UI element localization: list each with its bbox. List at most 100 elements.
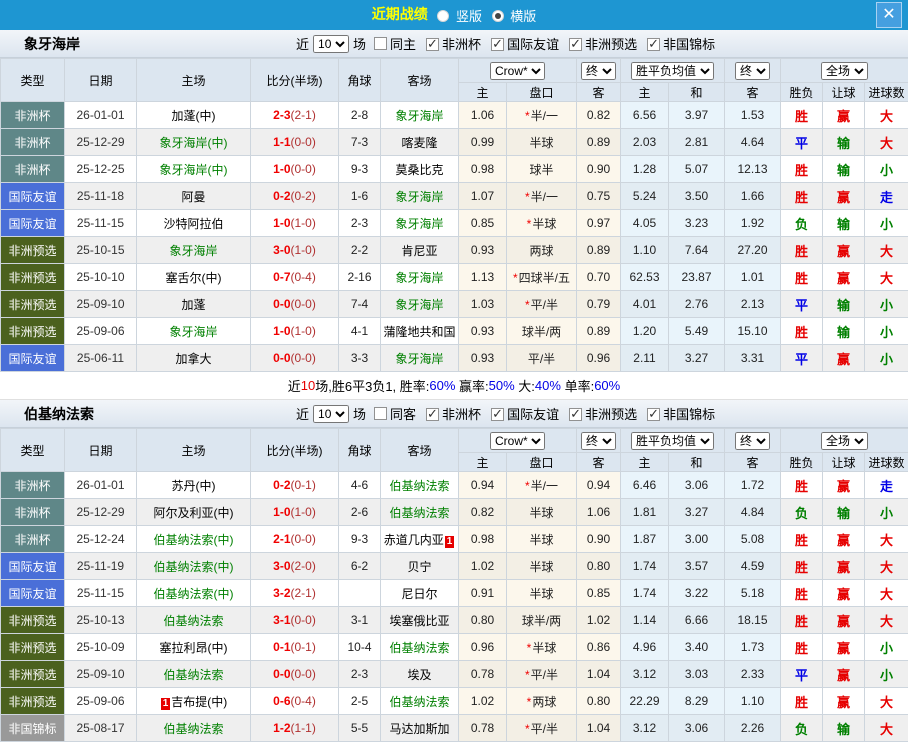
away-odds: 0.90 <box>576 525 621 553</box>
handicap-line: 球半 <box>506 155 577 183</box>
col-home: 主场 <box>136 428 251 472</box>
same-venue-checkbox[interactable] <box>374 37 388 50</box>
handicap-star: * <box>526 216 532 231</box>
result-win-draw-loss: 胜 <box>780 263 823 291</box>
recent-count-select[interactable]: 10 <box>313 34 350 53</box>
avg-odds-select[interactable]: 胜平负均值 <box>631 431 714 450</box>
halftime-score: (0-0) <box>290 613 316 627</box>
radio-vertical[interactable] <box>437 10 450 23</box>
competition-checkbox[interactable] <box>491 406 505 422</box>
avg-draw-odds: 3.23 <box>668 209 725 237</box>
result-goals: 大 <box>864 552 908 580</box>
home-team: 塞拉利昂(中) <box>136 633 251 661</box>
odds-company-select[interactable]: Crow* <box>490 431 545 450</box>
avg-home-odds: 3.12 <box>620 660 669 688</box>
competition-checkbox[interactable] <box>647 406 661 422</box>
home-team: 象牙海岸(中) <box>136 155 251 183</box>
handicap-line: *两球 <box>506 687 577 715</box>
radio-horizontal-label[interactable]: 横版 <box>510 10 536 25</box>
avg-draw-odds: 6.66 <box>668 606 725 634</box>
col-wdl: 胜负 <box>780 82 823 102</box>
match-date: 25-11-19 <box>64 552 137 580</box>
handicap-line: *半球 <box>506 633 577 661</box>
away-team: 象牙海岸 <box>380 263 459 291</box>
same-venue-checkbox[interactable] <box>374 407 388 420</box>
result-win-draw-loss: 胜 <box>780 471 823 499</box>
match-date: 25-09-06 <box>64 687 137 715</box>
match-row: 非洲预选 25-09-06 象牙海岸 1-0(1-0) 4-1 蒲隆地共和国 0.93 球半/… <box>0 317 908 345</box>
competition-filter-group: 非洲杯 国际友谊 非洲预选 非国锦标 <box>418 404 717 423</box>
competition-checkbox[interactable] <box>426 406 440 422</box>
col-let-goal: 让球 <box>822 452 865 472</box>
result-win-draw-loss: 平 <box>780 660 823 688</box>
avg-draw-odds: 5.07 <box>668 155 725 183</box>
result-win-draw-loss: 平 <box>780 344 823 372</box>
close-icon[interactable]: ✕ <box>876 2 902 28</box>
result-handicap: 输 <box>822 209 865 237</box>
scope-select[interactable]: 全场 <box>821 431 868 450</box>
avg-draw-odds: 3.97 <box>668 101 725 129</box>
competition-checkbox[interactable] <box>647 36 661 52</box>
col-wdl: 胜负 <box>780 452 823 472</box>
halftime-score: (2-0) <box>290 559 316 573</box>
away-team: 埃及 <box>380 660 459 688</box>
avg-away-odds: 5.08 <box>724 525 781 553</box>
avg-draw-odds: 3.00 <box>668 525 725 553</box>
col-date: 日期 <box>64 58 137 102</box>
result-goals: 大 <box>864 236 908 264</box>
competition-checkbox-label: 非洲杯 <box>442 407 482 422</box>
home-odds: 1.06 <box>458 101 507 129</box>
final-odds-select[interactable]: 终 <box>581 61 616 80</box>
match-row: 非洲杯 26-01-01 加蓬(中) 2-3(2-1) 2-8 象牙海岸 1.06 *半/一 0… <box>0 101 908 129</box>
avg-draw-odds: 3.03 <box>668 660 725 688</box>
match-row: 非洲预选 25-10-13 伯基纳法索 3-1(0-0) 3-1 埃塞俄比亚 0.80 球半/… <box>0 606 908 634</box>
competition-checkbox[interactable] <box>569 36 583 52</box>
result-goals: 小 <box>864 290 908 318</box>
competition-type: 非洲预选 <box>0 236 65 264</box>
summary-segment: 10 <box>300 378 316 393</box>
away-team: 伯基纳法索 <box>380 687 459 715</box>
dialog-title: 近期战绩 <box>371 6 428 23</box>
recent-prefix-label: 近 <box>296 407 310 422</box>
radio-horizontal[interactable] <box>491 10 504 23</box>
recent-count-select[interactable]: 10 <box>313 404 350 423</box>
match-row: 国际友谊 25-06-11 加拿大 0-0(0-0) 3-3 象牙海岸 0.93 平/半 0.9… <box>0 344 908 372</box>
halftime-score: (0-4) <box>290 694 316 708</box>
summary-segment: 近 <box>287 379 301 394</box>
result-handicap: 赢 <box>822 236 865 264</box>
avg-away-odds: 1.73 <box>724 633 781 661</box>
final-avg-select[interactable]: 终 <box>735 61 770 80</box>
summary-segment: 60% <box>594 378 621 393</box>
home-odds: 0.93 <box>458 236 507 264</box>
competition-checkbox-label: 国际友谊 <box>507 37 560 52</box>
summary-segment: 大: <box>514 379 535 394</box>
recent-stats-summary: 近 10 场,胜6平3负1, 胜率: 60% 赢率: 50% 大: 40% 单率: 60% <box>0 372 908 400</box>
fulltime-score: 0-2 <box>273 189 291 203</box>
fulltime-score: 0-1 <box>273 640 291 654</box>
result-handicap: 输 <box>822 128 865 156</box>
final-odds-select[interactable]: 终 <box>581 431 616 450</box>
match-date: 26-01-01 <box>64 101 137 129</box>
competition-type: 非国锦标 <box>0 714 65 742</box>
scope-select[interactable]: 全场 <box>821 61 868 80</box>
competition-checkbox[interactable] <box>426 36 440 52</box>
competition-checkbox[interactable] <box>491 36 505 52</box>
avg-away-odds: 15.10 <box>724 317 781 345</box>
home-odds: 0.82 <box>458 498 507 526</box>
result-goals: 走 <box>864 182 908 210</box>
col-avg-away: 客 <box>724 452 781 472</box>
result-handicap: 赢 <box>822 263 865 291</box>
away-odds: 1.04 <box>576 714 621 742</box>
competition-type: 非洲杯 <box>0 525 65 553</box>
odds-company-select[interactable]: Crow* <box>490 61 545 80</box>
col-avg-home: 主 <box>620 452 669 472</box>
final-avg-select[interactable]: 终 <box>735 431 770 450</box>
home-team: 象牙海岸 <box>136 317 251 345</box>
competition-checkbox[interactable] <box>569 406 583 422</box>
home-team: 伯基纳法索(中) <box>136 579 251 607</box>
avg-odds-select[interactable]: 胜平负均值 <box>631 61 714 80</box>
radio-vertical-label[interactable]: 竖版 <box>456 10 482 25</box>
away-team: 贝宁 <box>380 552 459 580</box>
result-goals: 大 <box>864 263 908 291</box>
handicap-star: * <box>524 478 530 493</box>
